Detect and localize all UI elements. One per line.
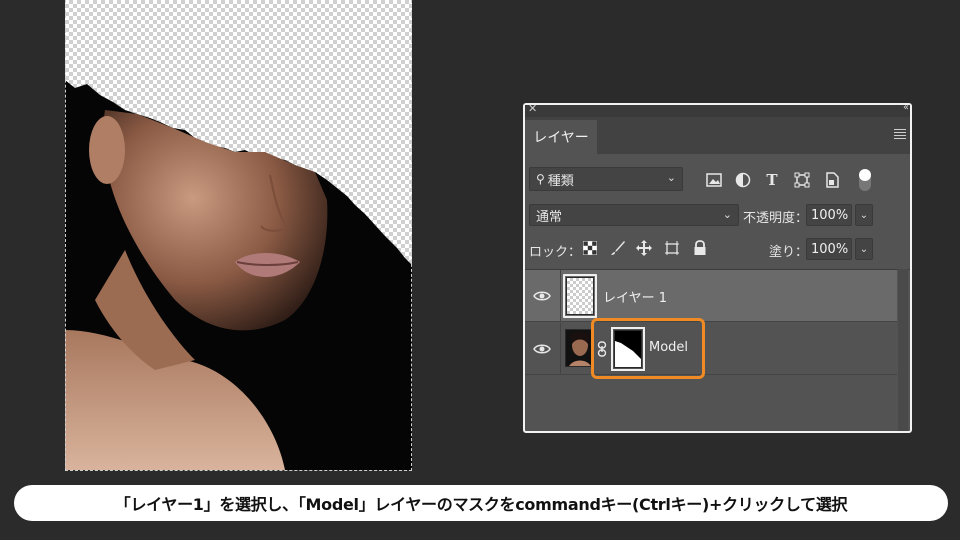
model-photo bbox=[65, 80, 412, 470]
opacity-label: 不透明度： bbox=[743, 211, 809, 226]
layer-row-model[interactable]: Model bbox=[525, 323, 897, 375]
chevron-down-icon: ⌄ bbox=[722, 208, 732, 221]
layer-mask-thumbnail[interactable] bbox=[614, 330, 642, 368]
panel-tab-row: レイヤー bbox=[525, 117, 910, 154]
fill-input[interactable]: 100% bbox=[806, 238, 852, 260]
layers-panel: ✕ ‹‹ レイヤー ⚲ 種類 ⌄ T 通常 ⌄ 不透明度： 100% ⌄ ロック… bbox=[523, 102, 912, 433]
lock-transparency-icon[interactable] bbox=[581, 239, 599, 257]
eye-icon[interactable] bbox=[533, 287, 551, 305]
lock-image-pixels-icon[interactable] bbox=[609, 239, 627, 257]
close-icon[interactable]: ✕ bbox=[528, 102, 537, 115]
layer-thumbnail[interactable] bbox=[566, 277, 594, 315]
filter-toggle[interactable] bbox=[859, 169, 871, 191]
panel-title-bar: ✕ ‹‹ bbox=[525, 102, 910, 117]
blend-mode-value: 通常 bbox=[536, 209, 563, 225]
layer-name[interactable]: レイヤー 1 bbox=[603, 287, 667, 306]
mask-link-icon[interactable] bbox=[597, 341, 607, 361]
image-filter-icon[interactable] bbox=[705, 171, 723, 189]
filter-row: ⚲ 種類 ⌄ T bbox=[525, 154, 910, 191]
eye-icon[interactable] bbox=[533, 340, 551, 358]
lock-label: ロック： bbox=[529, 245, 582, 260]
layer-filter-value: 種類 bbox=[547, 173, 574, 189]
smart-object-filter-icon[interactable] bbox=[823, 171, 841, 189]
visibility-column-divider bbox=[560, 270, 561, 322]
layers-list: レイヤー 1 Model bbox=[525, 269, 910, 431]
lock-position-icon[interactable] bbox=[635, 239, 653, 257]
layers-scrollbar[interactable] bbox=[898, 269, 908, 431]
opacity-dropdown-button[interactable]: ⌄ bbox=[855, 204, 873, 226]
collapse-icon[interactable]: ‹‹ bbox=[903, 102, 909, 113]
chevron-down-icon: ⌄ bbox=[666, 171, 676, 184]
document-canvas[interactable] bbox=[65, 0, 412, 470]
layer-filter-select[interactable]: ⚲ 種類 ⌄ bbox=[529, 167, 683, 191]
shape-filter-icon[interactable] bbox=[793, 171, 811, 189]
lock-artboard-icon[interactable] bbox=[663, 239, 681, 257]
layer-name[interactable]: Model bbox=[649, 340, 688, 355]
tab-layers[interactable]: レイヤー bbox=[525, 120, 597, 154]
instruction-caption: 「レイヤー1」を選択し、「Model」レイヤーのマスクをcommandキー(Ct… bbox=[14, 485, 948, 521]
layer-row-layer1[interactable]: レイヤー 1 bbox=[525, 270, 897, 322]
panel-menu-icon[interactable] bbox=[894, 129, 906, 141]
blend-row: 通常 ⌄ 不透明度： 100% ⌄ bbox=[525, 190, 910, 226]
opacity-input[interactable]: 100% bbox=[806, 204, 852, 226]
fill-dropdown-button[interactable]: ⌄ bbox=[855, 238, 873, 260]
lock-all-icon[interactable] bbox=[691, 239, 709, 257]
blend-mode-select[interactable]: 通常 ⌄ bbox=[529, 204, 739, 226]
visibility-column-divider bbox=[560, 323, 561, 375]
adjustment-filter-icon[interactable] bbox=[734, 171, 752, 189]
type-filter-icon[interactable]: T bbox=[763, 171, 781, 189]
search-icon: ⚲ bbox=[536, 172, 545, 186]
layer-thumbnail[interactable] bbox=[565, 329, 593, 367]
fill-label: 塗り： bbox=[769, 245, 809, 260]
lock-row: ロック： 塗り： 100% ⌄ bbox=[525, 226, 910, 262]
